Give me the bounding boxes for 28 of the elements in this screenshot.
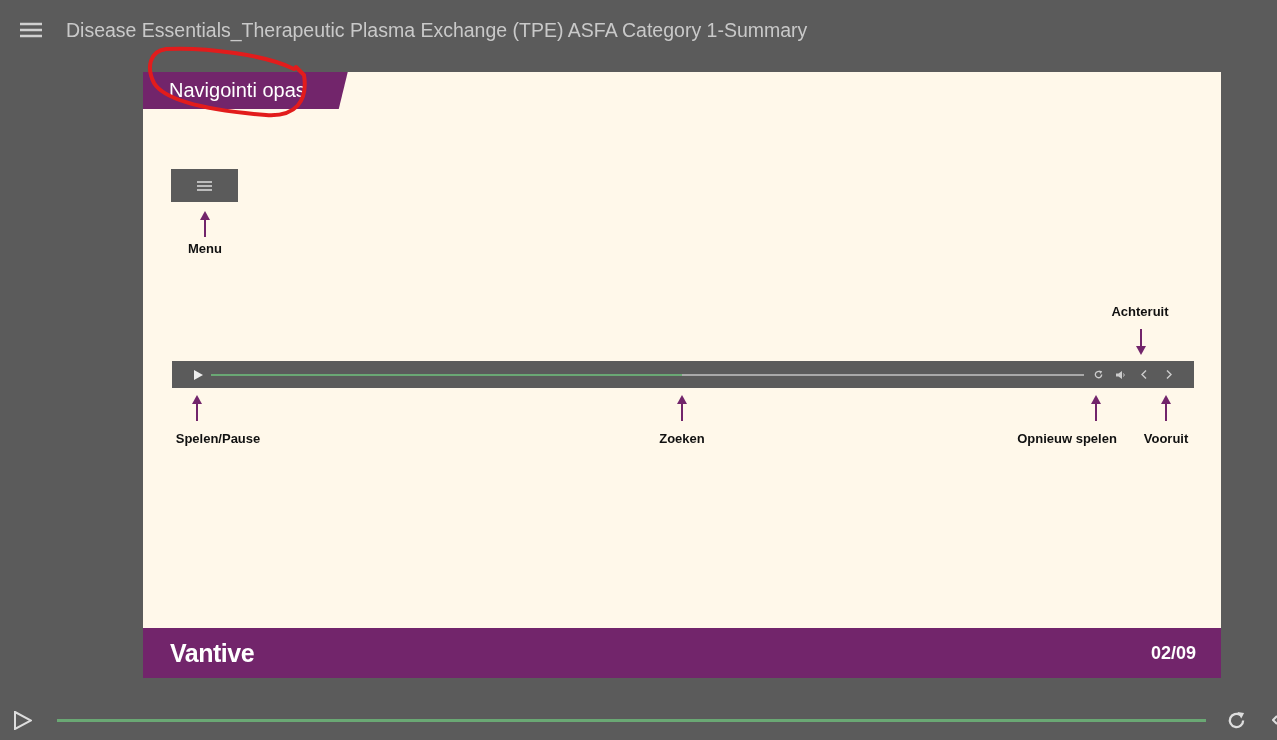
course-title: Disease Essentials_Therapeutic Plasma Exchange (TPE) ASFA Category 1-Summary <box>66 18 808 42</box>
callout-label: Zoeken <box>659 431 705 446</box>
play-icon[interactable] <box>194 369 203 380</box>
progress-fill[interactable] <box>57 718 1206 722</box>
forward-icon[interactable] <box>1166 370 1172 379</box>
callout-label: Spelen/Pause <box>175 431 261 446</box>
callout-label: Menu <box>188 241 222 256</box>
arrow <box>677 395 687 421</box>
seek-track[interactable] <box>211 373 1084 376</box>
callout-label: Opnieuw spelen <box>1017 431 1117 446</box>
arrow <box>1136 329 1146 355</box>
callout-label: Achteruit <box>1111 304 1169 319</box>
arrow <box>1161 395 1171 421</box>
menu-button[interactable] <box>171 169 238 202</box>
brand-logo: Vantive <box>170 638 255 668</box>
page-counter: 02/09 <box>1150 642 1196 664</box>
menu-icon <box>197 180 212 191</box>
replay-icon[interactable] <box>1094 370 1103 379</box>
arrow <box>200 211 210 237</box>
arrow <box>192 395 202 421</box>
replay-icon[interactable] <box>1227 710 1246 730</box>
volume-icon[interactable] <box>1116 370 1126 379</box>
callout-label: Vooruit <box>1143 431 1189 446</box>
back-icon[interactable] <box>1141 370 1147 379</box>
chevron-icon[interactable] <box>1272 715 1277 725</box>
play-icon[interactable] <box>14 710 32 730</box>
arrow <box>1091 395 1101 421</box>
menu-icon[interactable] <box>20 22 42 38</box>
